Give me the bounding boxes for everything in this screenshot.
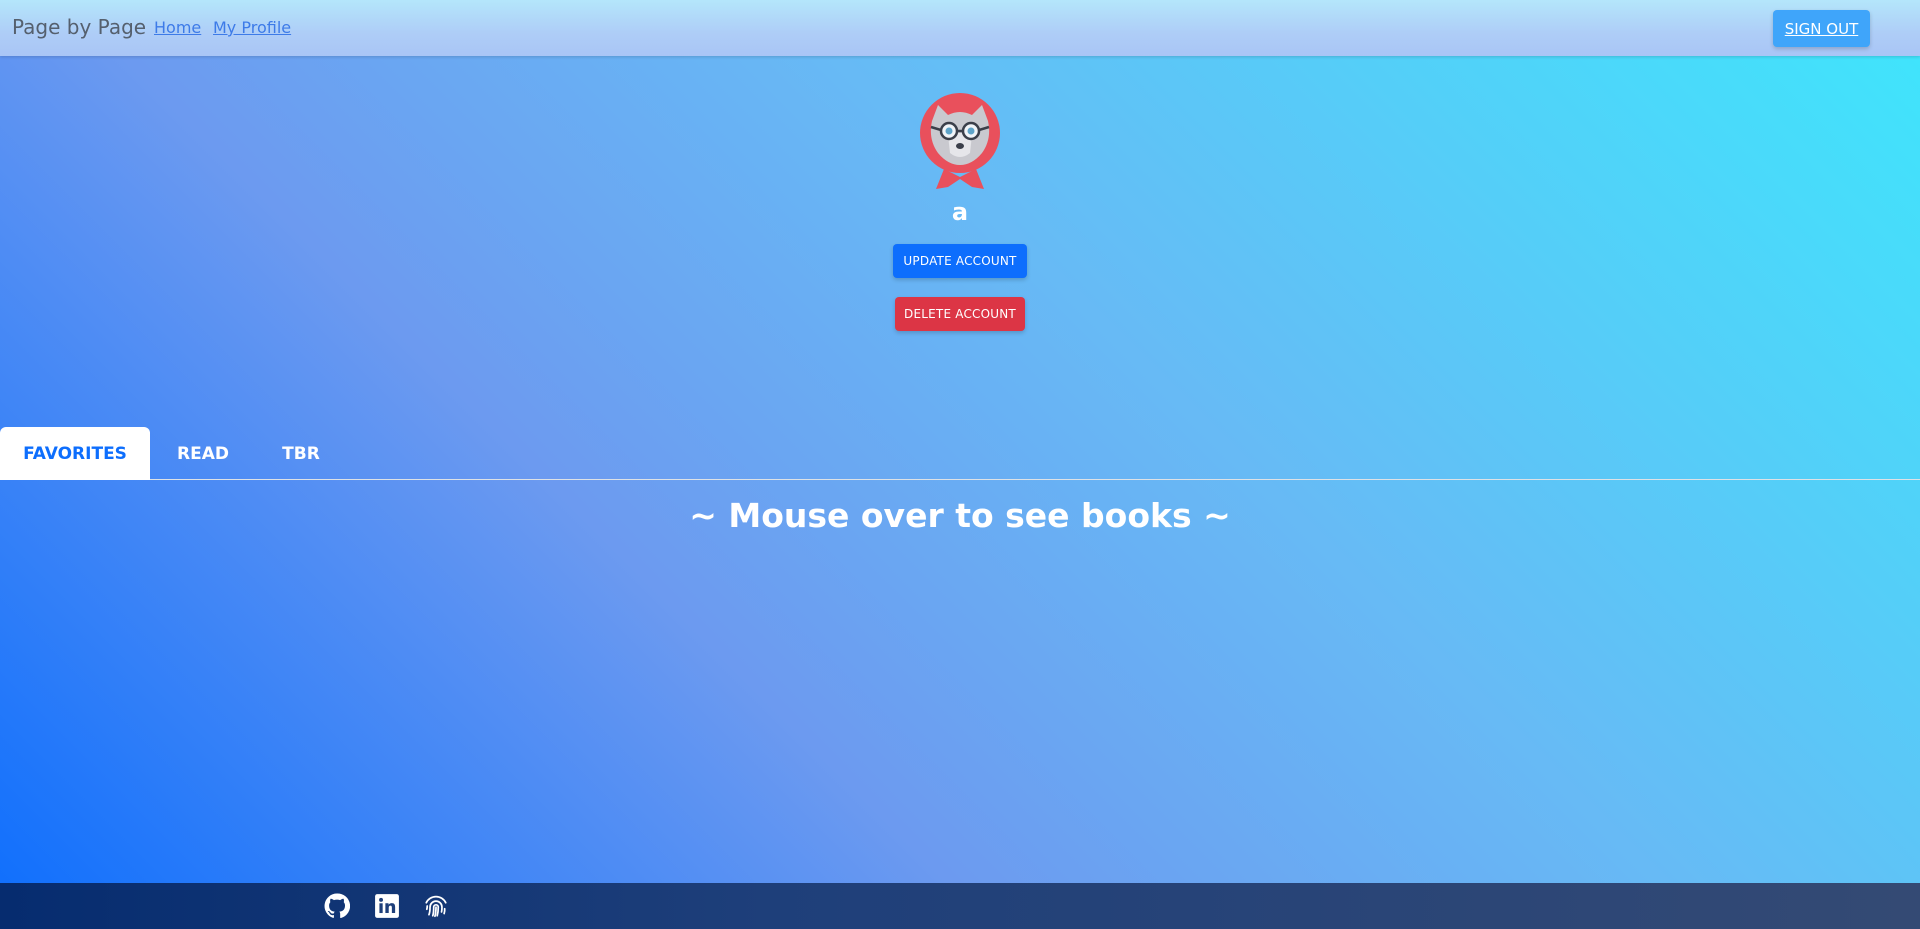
footer	[0, 883, 1920, 929]
tab-read[interactable]: READ	[170, 427, 236, 480]
tab-favorites[interactable]: FAVORITES	[0, 427, 150, 480]
wolf-avatar-icon	[918, 91, 1002, 195]
tab-tbr[interactable]: TBR	[274, 427, 328, 480]
fingerprint-icon[interactable]	[423, 893, 449, 919]
delete-account-button[interactable]: DELETE ACCOUNT	[895, 297, 1025, 331]
navbar: Page by Page Home My Profile SIGN OUT	[0, 0, 1920, 56]
nav-link-my-profile[interactable]: My Profile	[213, 18, 291, 37]
linkedin-icon[interactable]	[374, 893, 400, 919]
profile-username: a	[951, 198, 969, 226]
brand-logo-text[interactable]: Page by Page	[12, 15, 146, 39]
github-icon[interactable]	[324, 893, 351, 919]
mouse-over-hint: ~ Mouse over to see books ~	[689, 496, 1231, 535]
nav-link-home[interactable]: Home	[154, 18, 201, 37]
book-list-tabs: FAVORITES READ TBR	[0, 427, 1920, 480]
update-account-button[interactable]: UPDATE ACCOUNT	[893, 244, 1027, 278]
sign-out-button[interactable]: SIGN OUT	[1773, 10, 1870, 47]
